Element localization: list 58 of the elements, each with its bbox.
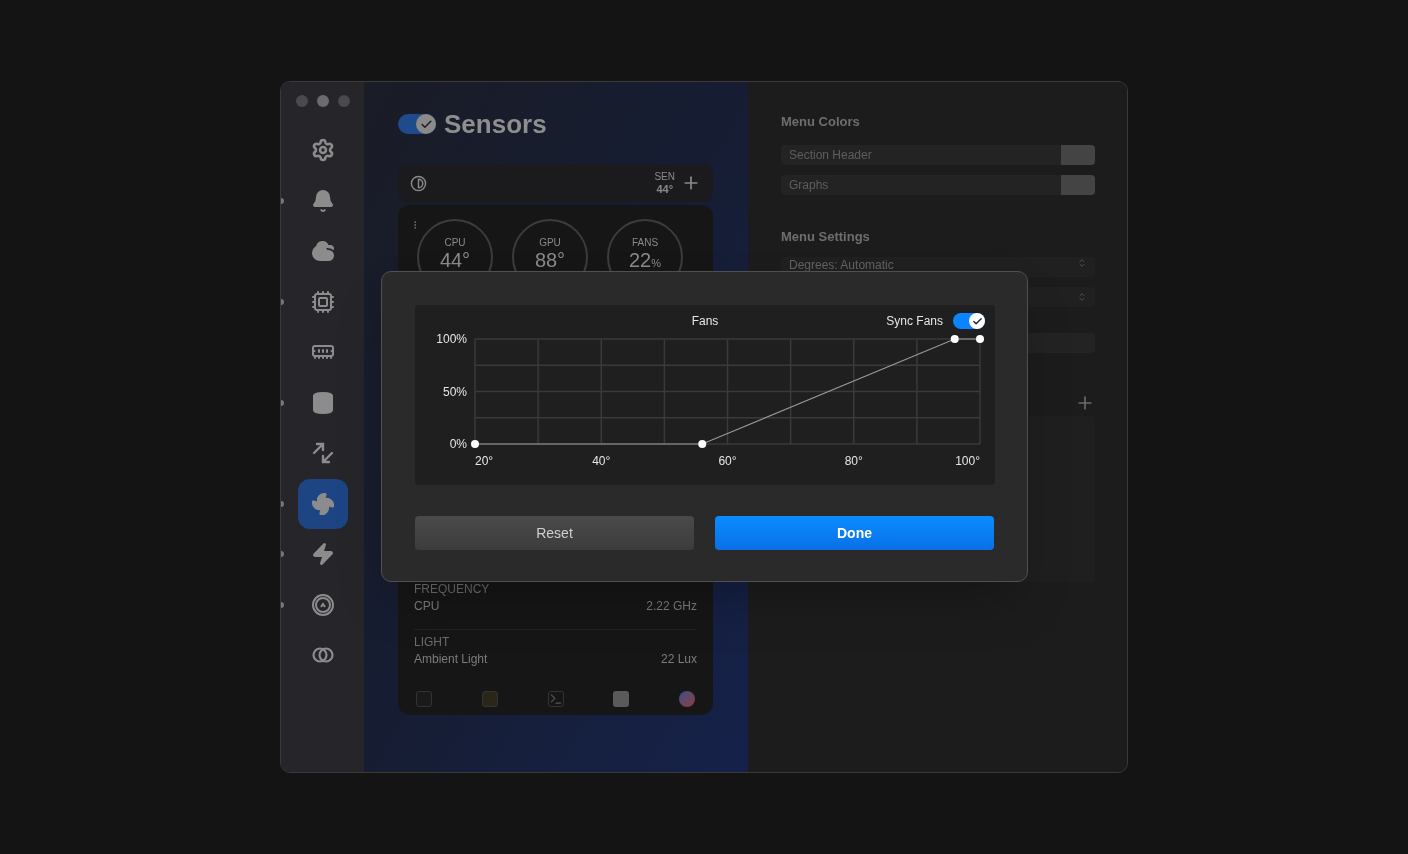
color-label: Graphs [788,176,830,194]
reading-value: 22 Lux [660,651,697,668]
reading-category: LIGHT [414,634,451,650]
section-heading: Menu Settings [781,227,871,246]
contrast-icon[interactable] [410,174,427,192]
sync-toggle[interactable] [953,313,985,329]
color-swatch[interactable] [1061,144,1095,165]
lightning-icon [310,542,335,567]
gauge-label: CPU [444,237,466,249]
cloud-icon [310,239,335,264]
curve-point[interactable] [976,335,984,343]
chart-title: Fans [691,313,719,330]
reading-name: Ambient Light [414,651,488,668]
gauge-value: 44° [439,249,471,271]
summary-label: SEN [654,171,675,183]
reading-category: FREQUENCY [414,581,491,597]
done-button[interactable]: Done [715,516,994,550]
x-tick-label: 20° [475,454,494,468]
color-swatch[interactable] [1061,174,1095,195]
y-tick-label: 50% [442,384,467,399]
disk-stack-icon [310,390,335,415]
x-tick-label: 80° [844,454,863,468]
sync-label: Sync Fans [886,313,943,330]
check-icon [419,117,433,131]
chip-icon [310,289,335,314]
reset-button[interactable]: Reset [415,516,694,550]
y-tick-label: 100% [436,333,467,346]
chevrons-icon [1077,292,1087,302]
curve-point[interactable] [950,335,959,343]
minimize-button[interactable] [316,95,329,107]
curve-point[interactable] [471,440,479,448]
chevrons-icon [1077,258,1087,268]
reading-value: 2.22 GHz [646,598,697,615]
settings-icon [310,138,335,163]
color-label: Section Header [788,146,873,164]
bell-icon [310,188,335,213]
y-tick-label: 0% [449,437,467,451]
check-icon [971,315,983,327]
x-tick-label: 100° [955,454,980,468]
curve-point[interactable] [698,440,707,448]
fan-icon [310,491,335,516]
x-tick-label: 40° [592,454,611,468]
gauge-icon [310,592,335,617]
reading-name: CPU [414,598,440,615]
section-heading: Menu Colors [781,113,861,131]
color-row[interactable]: Graphs [781,174,1095,195]
panel-title: Sensors [444,107,547,141]
gauge-label: GPU [539,237,561,249]
color-row[interactable]: Section Header [781,144,1095,165]
gauge-value: 88° [534,249,566,271]
module-toggle[interactable] [398,114,436,134]
gauge-value: 22% [629,249,661,273]
arrows-icon [310,441,335,466]
sidebar-item[interactable] [297,478,348,529]
app-icon[interactable] [613,691,630,707]
gauge-label: FANS [631,237,659,249]
x-tick-label: 60° [718,454,737,468]
summary-value: 44° [656,183,674,195]
